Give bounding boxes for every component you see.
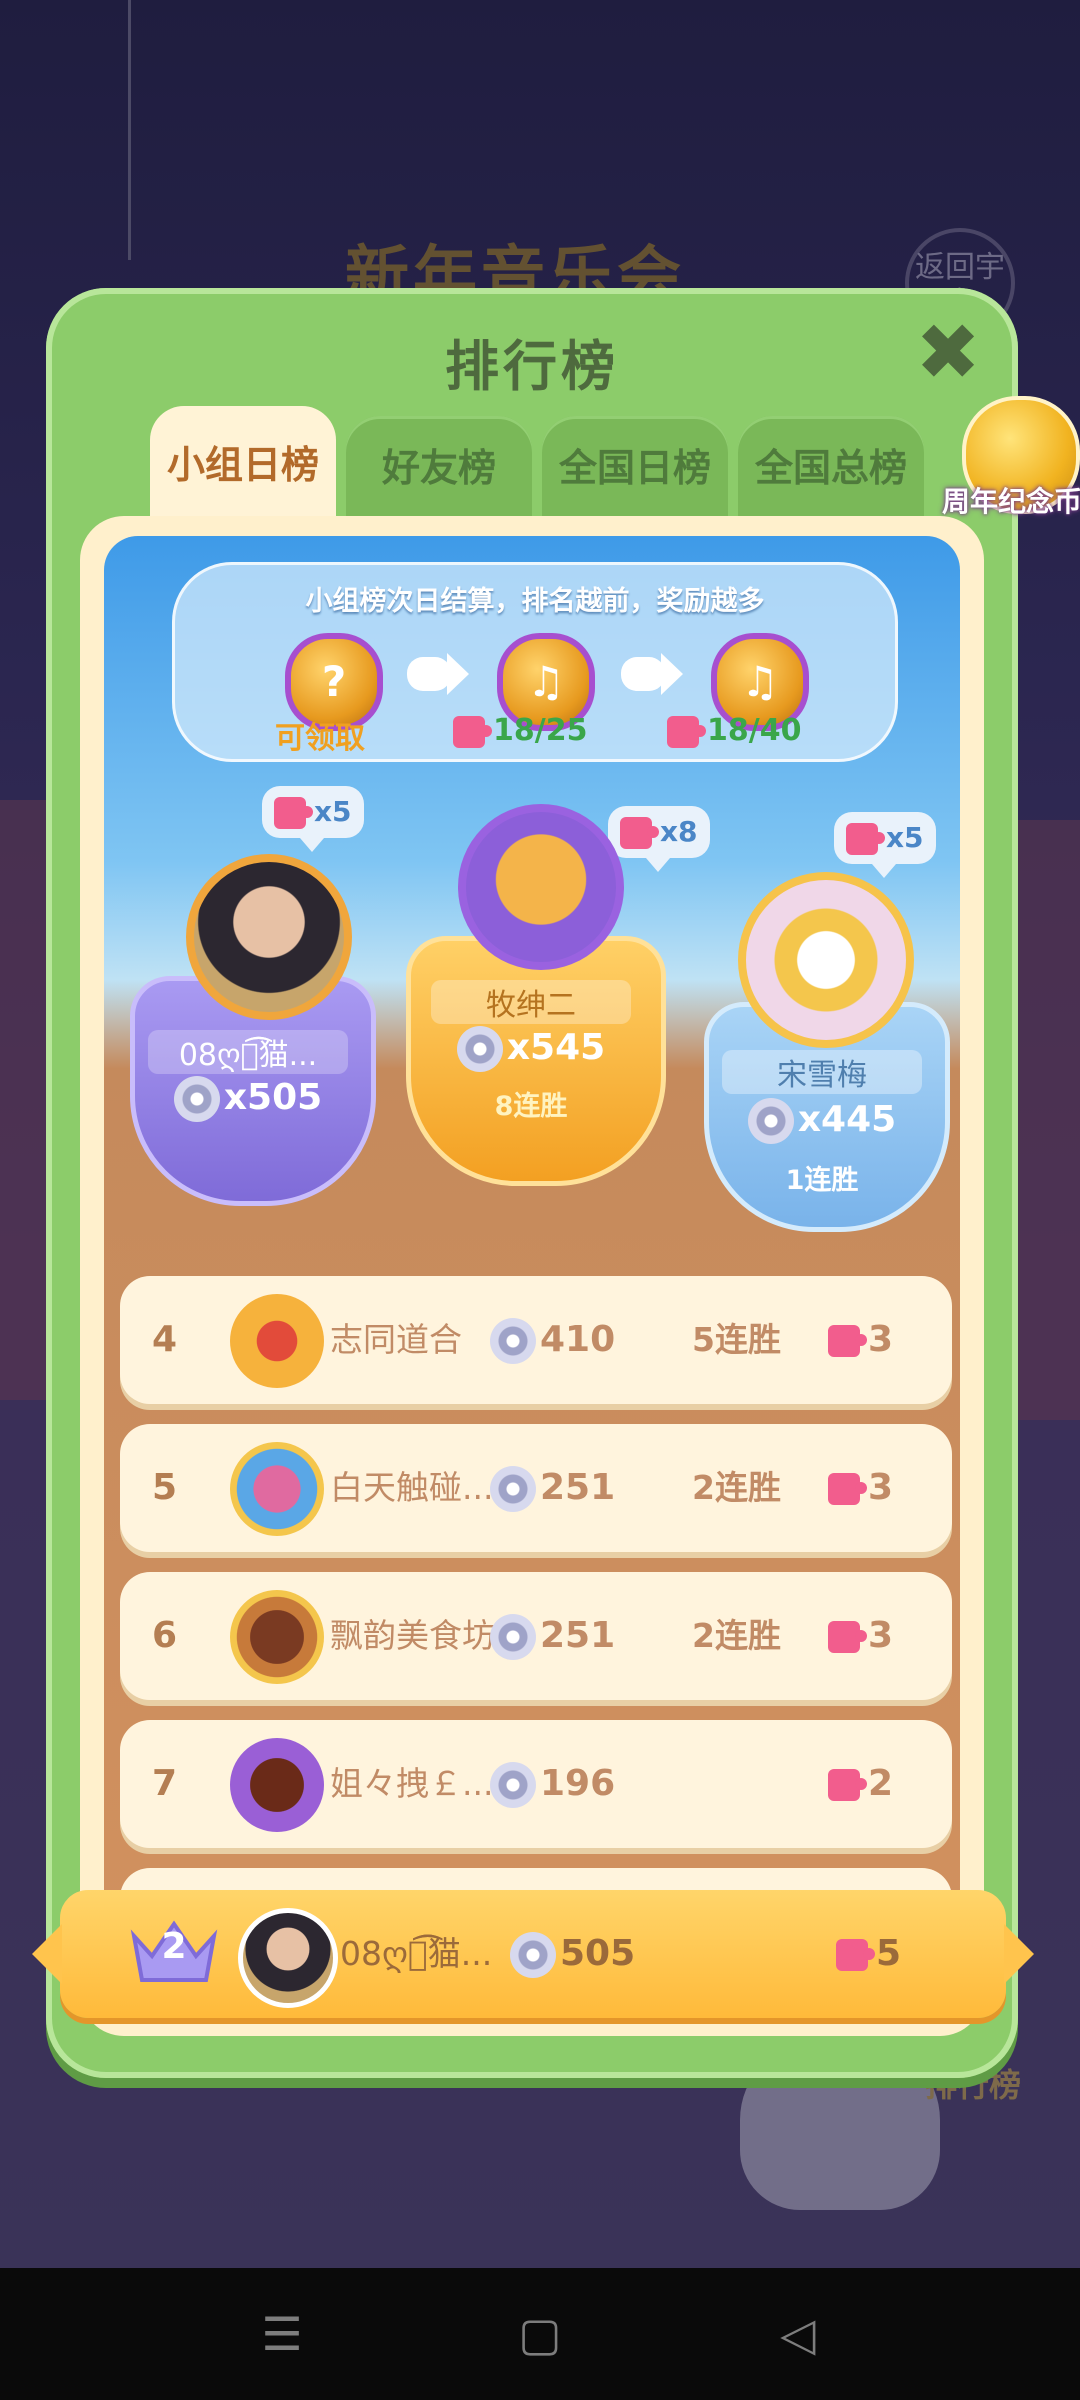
menu-icon[interactable]: ☰ — [250, 2302, 314, 2366]
reward-progress-2: 18/25 — [453, 713, 587, 748]
third-streak: 1连胜 — [785, 1165, 859, 1196]
first-pieces-bubble: x8 — [608, 806, 710, 872]
row-rank: 6 — [152, 1615, 178, 1656]
row-avatar — [230, 1738, 324, 1832]
puzzle-piece-icon — [828, 1769, 867, 1801]
second-pieces-bubble: x5 — [262, 786, 364, 852]
table-row[interactable]: 5 白天触碰... 251 2连胜 3 — [120, 1424, 952, 1552]
reward-label-1: 可领取 — [275, 721, 365, 756]
anniversary-coin-button[interactable]: 周年纪念币 — [942, 396, 1080, 526]
puzzle-piece-icon — [453, 715, 492, 748]
back-icon[interactable]: ◁ — [766, 2302, 830, 2366]
puzzle-piece-icon — [667, 715, 706, 748]
leaderboard-scroll-area[interactable]: 小组榜次日结算，排名越前，奖励越多 ? 可领取 ♫ 18/25 ♫ 18/40 … — [104, 536, 960, 2016]
third-score: x445 — [712, 1098, 932, 1144]
arrow-icon — [407, 653, 469, 695]
row-streak: 5连胜 — [692, 1320, 781, 1359]
disc-icon — [456, 1026, 503, 1072]
row-pieces: 2 — [828, 1720, 893, 1848]
modal-title: 排行榜 — [445, 335, 619, 398]
row-pieces: 3 — [828, 1424, 893, 1552]
system-nav-bar: ☰ ▢ ◁ — [0, 2268, 1080, 2400]
hanging-string — [128, 0, 131, 260]
row-name: 飘韵美食坊 — [330, 1616, 495, 1655]
my-rank-number: 2 — [161, 1926, 187, 1967]
third-name: 宋雪梅 — [722, 1050, 922, 1094]
first-streak: 8连胜 — [494, 1091, 568, 1122]
tab-group-daily[interactable]: 小组日榜 — [150, 406, 336, 516]
disc-icon — [747, 1098, 794, 1144]
puzzle-piece-icon — [828, 1621, 867, 1653]
tab-friends[interactable]: 好友榜 — [346, 416, 532, 516]
row-score: 251 — [490, 1572, 615, 1700]
first-score: x545 — [421, 1026, 641, 1072]
my-pieces: 5 — [836, 1890, 901, 2018]
third-avatar[interactable] — [738, 872, 914, 1048]
my-avatar — [238, 1908, 338, 2008]
anniversary-coin-label: 周年纪念币 — [941, 485, 1080, 518]
second-name: 08ღ小͡͡猫... — [148, 1030, 348, 1074]
my-score: 505 — [510, 1890, 635, 2018]
disc-icon — [490, 1614, 536, 1660]
row-avatar — [230, 1590, 324, 1684]
my-name: 08ღ小͡͡猫... — [340, 1934, 493, 1973]
row-name: 白天触碰... — [330, 1468, 494, 1507]
row-streak: 2连胜 — [692, 1468, 781, 1507]
home-icon[interactable]: ▢ — [508, 2302, 572, 2366]
row-avatar — [230, 1442, 324, 1536]
disc-icon — [173, 1076, 220, 1122]
row-pieces: 3 — [828, 1572, 893, 1700]
row-name: 姐々拽￡... — [330, 1764, 494, 1803]
table-row[interactable]: 7 姐々拽￡... 196 2 — [120, 1720, 952, 1848]
second-score: x505 — [148, 1076, 348, 1122]
row-rank: 5 — [152, 1467, 178, 1508]
puzzle-piece-icon — [828, 1473, 867, 1505]
reward-info-box: 小组榜次日结算，排名越前，奖励越多 ? 可领取 ♫ 18/25 ♫ 18/40 — [172, 562, 898, 762]
row-pieces: 3 — [828, 1276, 893, 1404]
puzzle-piece-icon — [620, 817, 659, 849]
row-score: 410 — [490, 1276, 615, 1404]
my-rank-row[interactable]: 2 08ღ小͡͡猫... 505 5 — [32, 1890, 1034, 2018]
leaderboard-modal: 排行榜 ✖ 小组日榜 好友榜 全国日榜 全国总榜 周年纪念币 小组榜次日结算，排… — [32, 288, 1080, 2078]
first-avatar[interactable] — [458, 804, 624, 970]
reward-info-text: 小组榜次日结算，排名越前，奖励越多 — [305, 586, 765, 617]
first-name: 牧绅二 — [431, 980, 631, 1024]
reward-progress-3: 18/40 — [667, 713, 801, 748]
puzzle-piece-icon — [274, 797, 313, 829]
close-button[interactable]: ✖ — [912, 314, 984, 392]
row-avatar — [230, 1294, 324, 1388]
row-streak: 2连胜 — [692, 1616, 781, 1655]
row-score: 251 — [490, 1424, 615, 1552]
disc-icon — [490, 1466, 536, 1512]
puzzle-piece-icon — [846, 823, 885, 855]
row-rank: 4 — [152, 1319, 178, 1360]
second-avatar[interactable] — [186, 854, 352, 1020]
tab-national-total[interactable]: 全国总榜 — [738, 416, 924, 516]
puzzle-piece-icon — [828, 1325, 867, 1357]
row-rank: 7 — [152, 1763, 178, 1804]
table-row[interactable]: 4 志同道合 410 5连胜 3 — [120, 1276, 952, 1404]
row-name: 志同道合 — [330, 1320, 462, 1359]
disc-icon — [490, 1762, 536, 1808]
leaderboard-panel: 小组榜次日结算，排名越前，奖励越多 ? 可领取 ♫ 18/25 ♫ 18/40 … — [80, 516, 984, 2036]
tab-national-daily[interactable]: 全国日榜 — [542, 416, 728, 516]
row-score: 196 — [490, 1720, 615, 1848]
table-row[interactable]: 6 飘韵美食坊 251 2连胜 3 — [120, 1572, 952, 1700]
disc-icon — [510, 1932, 556, 1978]
disc-icon — [490, 1318, 536, 1364]
arrow-icon — [621, 653, 683, 695]
puzzle-piece-icon — [836, 1939, 875, 1971]
third-pieces-bubble: x5 — [834, 812, 936, 878]
